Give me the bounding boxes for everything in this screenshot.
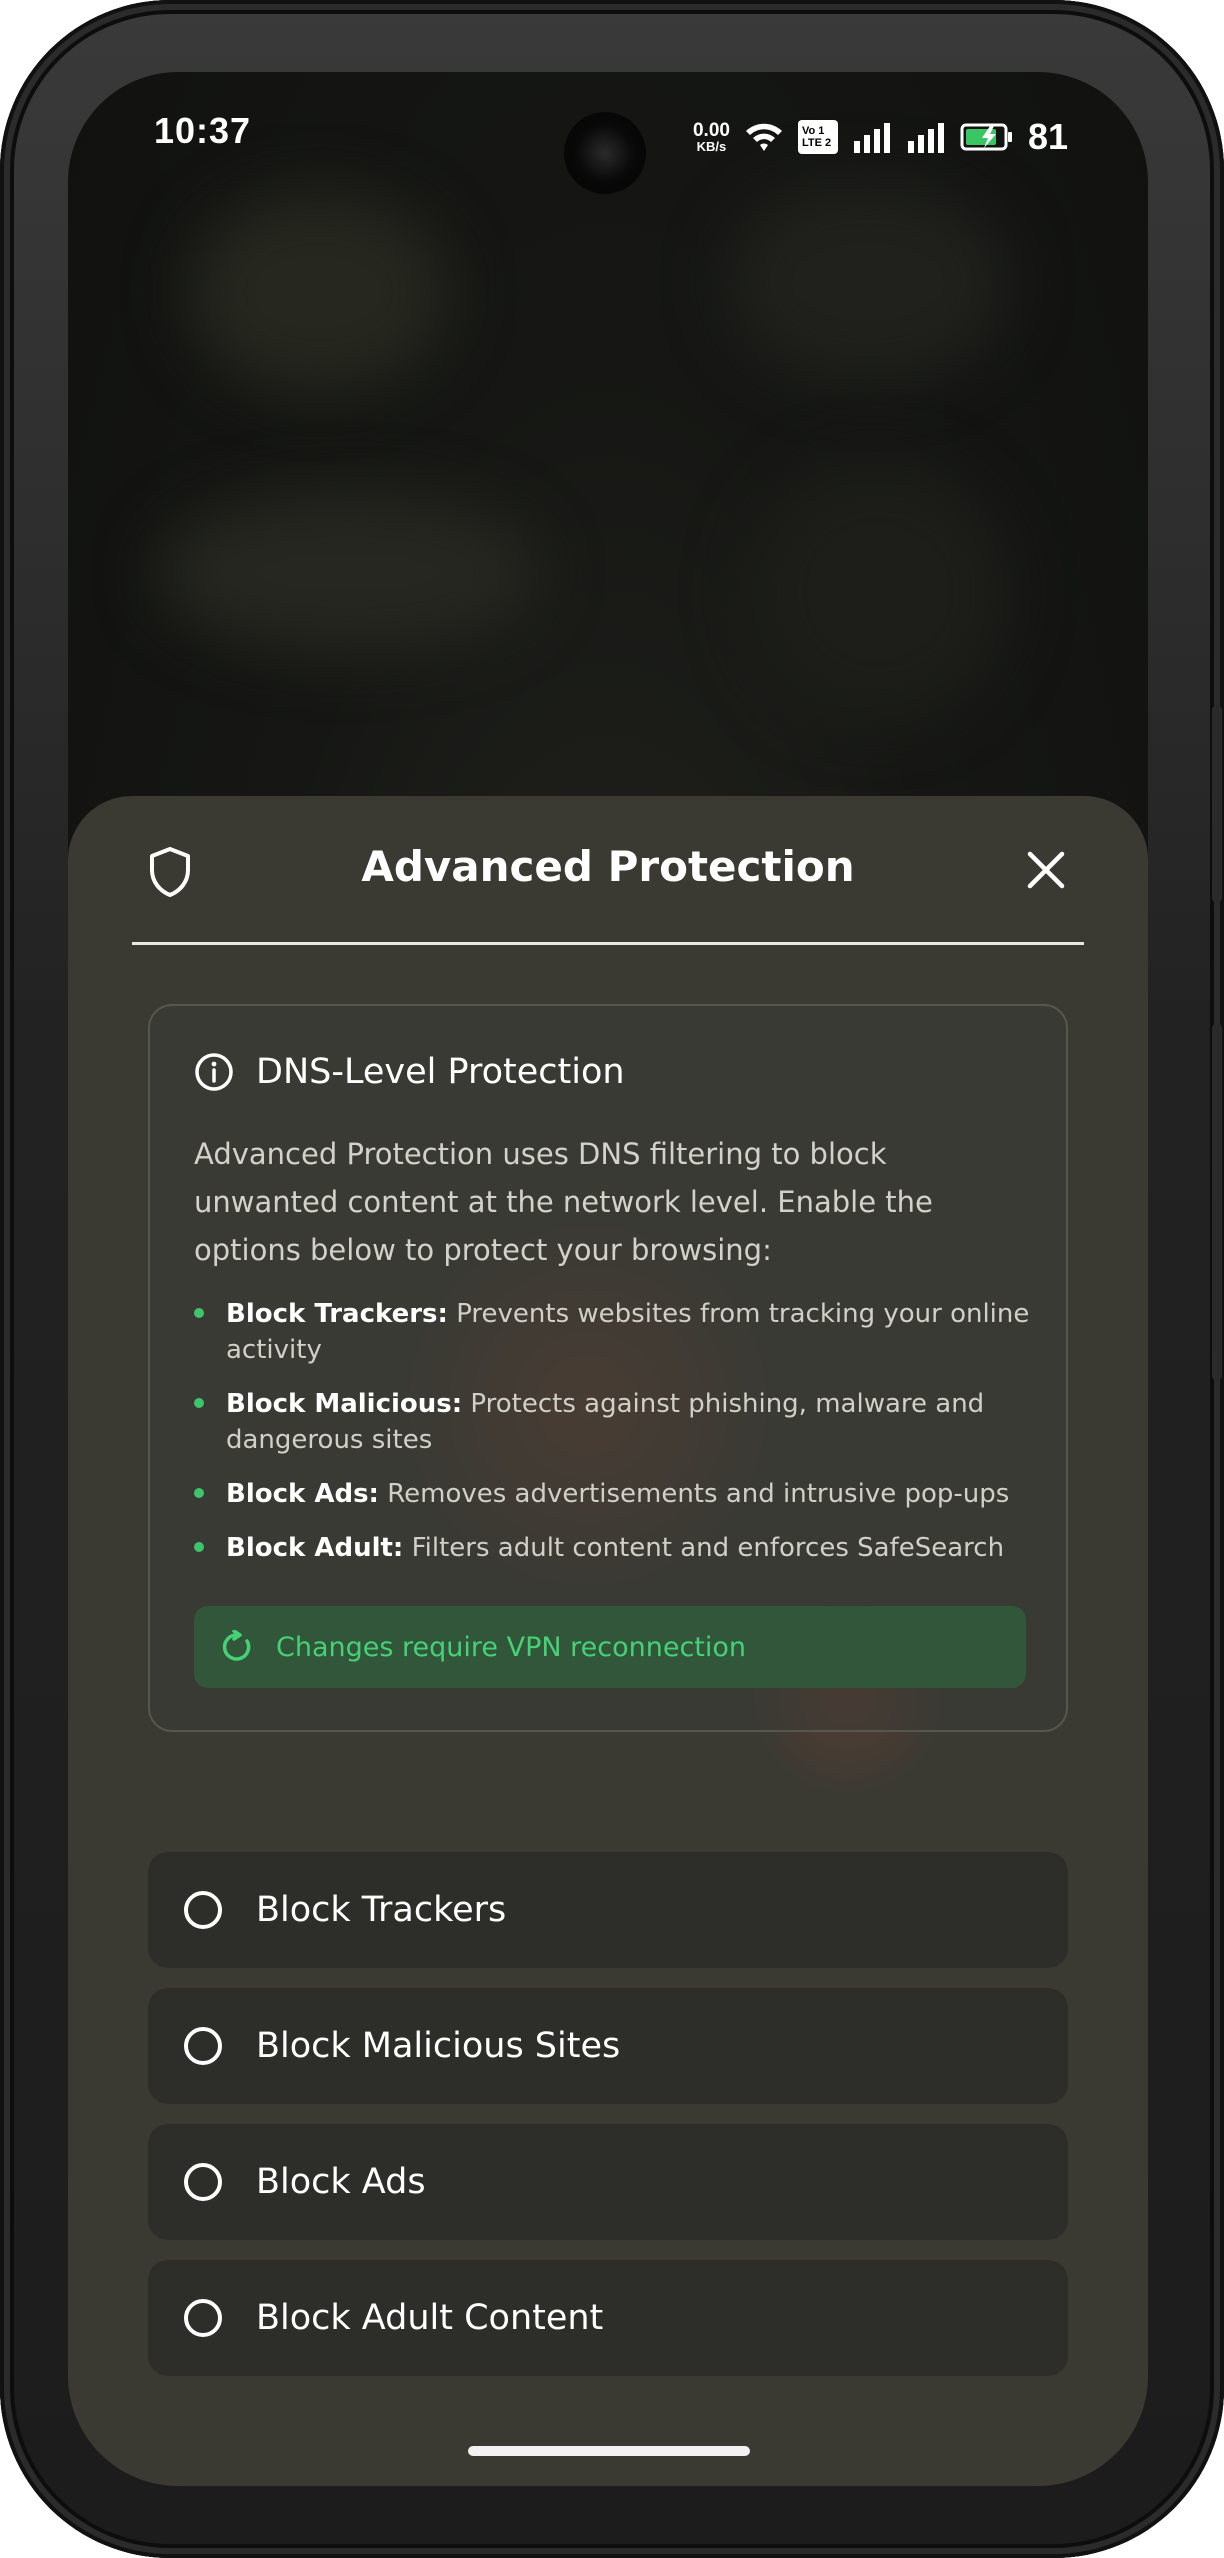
volte-line2: LTE 2: [801, 137, 832, 149]
feature-label: Block Trackers:: [226, 1299, 448, 1329]
option-block-trackers[interactable]: Block Trackers: [148, 1852, 1068, 1968]
background-blur: [188, 192, 448, 392]
dns-info-card: DNS-Level Protection Advanced Protection…: [148, 1004, 1068, 1732]
option-block-adult-content[interactable]: Block Adult Content: [148, 2260, 1068, 2376]
radio-button[interactable]: [184, 1891, 222, 1929]
background-blur: [158, 492, 538, 652]
front-camera: [570, 118, 640, 188]
sheet-header: Advanced Protection: [68, 796, 1148, 946]
refresh-icon: [222, 1630, 251, 1661]
radio-button[interactable]: [184, 2027, 222, 2065]
option-label: Block Malicious Sites: [256, 2026, 621, 2066]
option-label: Block Ads: [256, 2162, 426, 2202]
feature-label: Block Ads:: [226, 1479, 379, 1509]
option-block-malicious-sites[interactable]: Block Malicious Sites: [148, 1988, 1068, 2104]
header-divider: [132, 942, 1084, 945]
network-speed-unit: KB/s: [696, 139, 727, 154]
list-item: Block Ads: Removes advertisements and in…: [194, 1476, 1034, 1512]
close-icon[interactable]: [1024, 848, 1068, 892]
home-indicator[interactable]: [468, 2446, 750, 2456]
bullet-dot: [194, 1488, 204, 1498]
notice-text: Changes require VPN reconnection: [276, 1631, 747, 1663]
signal-icon: [907, 123, 944, 153]
signal-icon: [853, 123, 890, 153]
radio-button[interactable]: [184, 2299, 222, 2337]
info-icon: [195, 1053, 233, 1091]
status-bar: 10:37 0.00 KB/s Vo 1 LTE 2 81: [68, 72, 1148, 202]
background-blur: [728, 182, 1008, 382]
status-time: 10:37: [154, 110, 252, 151]
info-card-description: Advanced Protection uses DNS filtering t…: [194, 1137, 933, 1267]
feature-text: Filters adult content and enforces SafeS…: [403, 1533, 1005, 1563]
bullet-dot: [194, 1398, 204, 1408]
list-item: Block Adult: Filters adult content and e…: [194, 1530, 1034, 1566]
volte-line1: Vo 1: [801, 124, 825, 137]
network-speed-value: 0.00: [692, 120, 730, 141]
battery-charging-icon: [960, 123, 1012, 151]
list-item: Block Malicious: Protects against phishi…: [194, 1386, 1034, 1458]
bullet-dot: [194, 1308, 204, 1318]
background-blur: [748, 462, 1008, 722]
sheet-title: Advanced Protection: [361, 842, 855, 891]
feature-list: Block Trackers: Prevents websites from t…: [194, 1296, 1034, 1584]
list-item: Block Trackers: Prevents websites from t…: [194, 1296, 1034, 1368]
screen: 10:37 0.00 KB/s Vo 1 LTE 2 81 Advanced P…: [68, 72, 1148, 2486]
volume-button: [1212, 706, 1222, 902]
info-card-header: DNS-Level Protection: [194, 1052, 625, 1092]
battery-percent: 81: [1027, 116, 1068, 157]
status-icons: 0.00 KB/s Vo 1 LTE 2 81: [693, 112, 1068, 162]
info-card-title: DNS-Level Protection: [256, 1052, 625, 1092]
option-label: Block Trackers: [256, 1890, 507, 1930]
radio-button[interactable]: [184, 2163, 222, 2201]
advanced-protection-sheet: Advanced Protection DNS-Level Protection…: [68, 796, 1148, 2486]
option-label: Block Adult Content: [256, 2298, 604, 2338]
feature-label: Block Adult:: [226, 1533, 404, 1563]
power-button: [1212, 1024, 1222, 1380]
feature-text: Removes advertisements and intrusive pop…: [378, 1479, 1010, 1509]
wifi-icon: [745, 123, 782, 151]
volte-icon: Vo 1 LTE 2: [797, 120, 838, 154]
bullet-dot: [194, 1542, 204, 1552]
network-speed: 0.00 KB/s: [693, 121, 730, 153]
feature-label: Block Malicious:: [226, 1389, 463, 1419]
option-block-ads[interactable]: Block Ads: [148, 2124, 1068, 2240]
reconnect-notice: Changes require VPN reconnection: [194, 1606, 1026, 1688]
